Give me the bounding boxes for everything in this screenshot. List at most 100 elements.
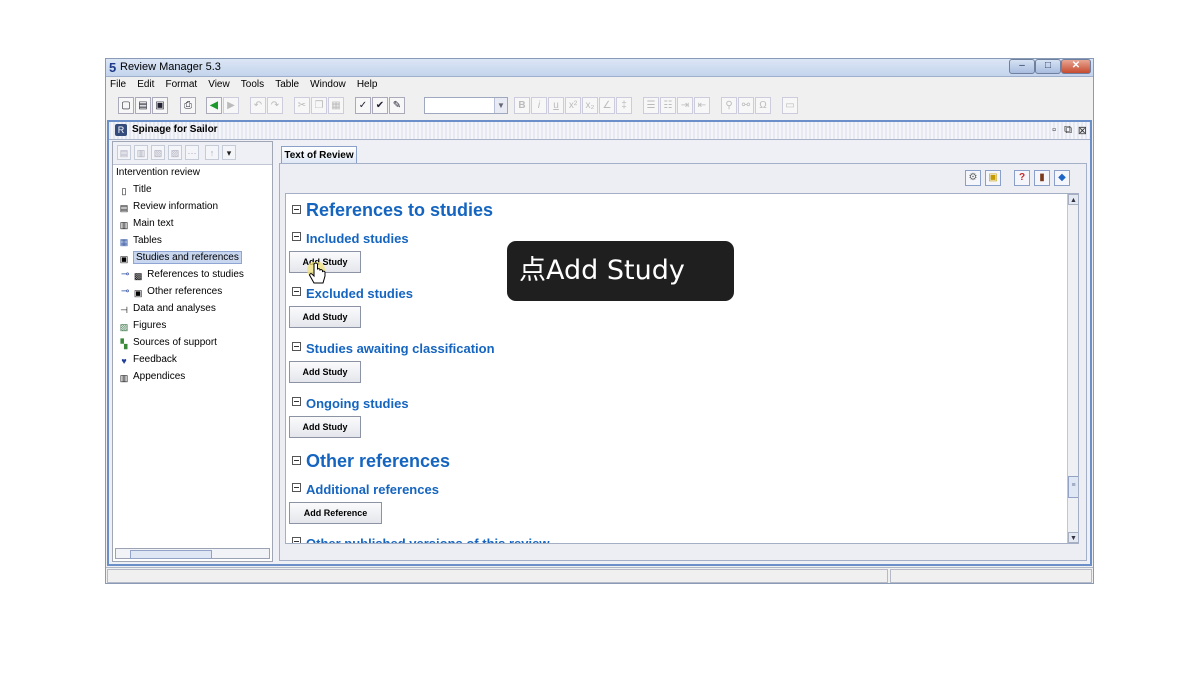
- undo-icon[interactable]: ↶: [250, 97, 266, 114]
- superscript-icon[interactable]: x²: [565, 97, 581, 114]
- outline-toolbar: ▤ ▥ ▧ ▨ ⋯ ↑ ▾: [113, 142, 272, 165]
- forward-arrow-icon[interactable]: ▶: [223, 97, 239, 114]
- tree-item-tables[interactable]: ▦ Tables: [118, 234, 162, 248]
- collapse-icon[interactable]: [292, 342, 301, 351]
- menu-file[interactable]: File: [110, 77, 126, 93]
- tree-item-other-references[interactable]: ⊸ ▣ Other references: [121, 285, 222, 299]
- comments-icon[interactable]: ◆: [1054, 170, 1070, 186]
- status-cell-secondary: [890, 569, 1092, 583]
- bold-icon[interactable]: B: [514, 97, 530, 114]
- validate-icon[interactable]: ✎: [389, 97, 405, 114]
- chevron-down-icon[interactable]: ▼: [494, 98, 507, 113]
- instruction-tooltip: 点Add Study: [507, 241, 734, 301]
- note-icon[interactable]: ▣: [985, 170, 1001, 186]
- menu-view[interactable]: View: [208, 77, 230, 93]
- italic-icon[interactable]: i: [531, 97, 547, 114]
- properties-tool-icon[interactable]: ⚙: [965, 170, 981, 186]
- bullet-list-icon[interactable]: ☰: [643, 97, 659, 114]
- add-study-button-excluded[interactable]: Add Study: [289, 306, 361, 328]
- menu-format[interactable]: Format: [165, 77, 197, 93]
- notes-book-icon[interactable]: ▮: [1034, 170, 1050, 186]
- spellcheck-icon[interactable]: ✓: [355, 97, 371, 114]
- float-icon[interactable]: ⧉: [1064, 124, 1072, 137]
- info-icon: ▤: [119, 203, 129, 213]
- collapse-icon[interactable]: [292, 537, 301, 543]
- omega-icon[interactable]: Ω: [755, 97, 771, 114]
- collapse-icon[interactable]: [292, 397, 301, 406]
- add-icon[interactable]: ▤: [117, 145, 131, 160]
- add-study-button-ongoing[interactable]: Add Study: [289, 416, 361, 438]
- chevron-down-icon[interactable]: ▾: [222, 145, 236, 160]
- feedback-icon: ♥: [121, 356, 127, 366]
- menu-window[interactable]: Window: [310, 77, 346, 93]
- tree-item-studies-and-references[interactable]: ▣ Studies and references: [118, 251, 242, 265]
- scroll-thumb[interactable]: ≡: [1068, 476, 1078, 498]
- tab-content: ⚙ ▣ ? ▮ ◆ References to studies Included…: [279, 163, 1087, 561]
- redo-icon[interactable]: ↷: [267, 97, 283, 114]
- tree-item-title[interactable]: ▯ Title: [118, 183, 152, 197]
- collapse-icon[interactable]: [292, 232, 301, 241]
- indent-icon[interactable]: ⇥: [677, 97, 693, 114]
- help-icon[interactable]: ?: [1014, 170, 1030, 186]
- symbol-icon[interactable]: ‡: [616, 97, 632, 114]
- add-reference-button[interactable]: Add Reference: [289, 502, 382, 524]
- close-button[interactable]: ✕: [1061, 59, 1091, 74]
- add-study-button-awaiting[interactable]: Add Study: [289, 361, 361, 383]
- new-icon[interactable]: ▢: [118, 97, 134, 114]
- content-vertical-scrollbar[interactable]: ▲ ≡ ▼: [1067, 194, 1078, 543]
- save-icon[interactable]: ▣: [152, 97, 168, 114]
- properties-icon[interactable]: ▧: [151, 145, 165, 160]
- numbered-list-icon[interactable]: ☷: [660, 97, 676, 114]
- move-up-icon[interactable]: ↑: [205, 145, 219, 160]
- main-toolbar: ▢ ▤ ▣ ⎙ ◀ ▶ ↶ ↷ ✂ ❐ ▦ ✓ ✔ ✎ ▼ B i u x² x…: [106, 94, 1093, 119]
- tree-item-references-to-studies[interactable]: ⊸ ▩ References to studies: [121, 268, 244, 282]
- underline-icon[interactable]: u: [548, 97, 564, 114]
- highlight-icon[interactable]: ∠: [599, 97, 615, 114]
- open-icon[interactable]: ▤: [135, 97, 151, 114]
- tree-item-review-information[interactable]: ▤ Review information: [118, 200, 218, 214]
- menu-tools[interactable]: Tools: [241, 77, 264, 93]
- cut-icon[interactable]: ✂: [294, 97, 310, 114]
- subscript-icon[interactable]: x₂: [582, 97, 598, 114]
- style-dropdown[interactable]: ▼: [424, 97, 508, 114]
- tree-item-main-text[interactable]: ▥ Main text: [118, 217, 174, 231]
- collapse-icon[interactable]: [292, 287, 301, 296]
- tree-item-data-and-analyses[interactable]: ⊣ Data and analyses: [118, 302, 216, 316]
- tree-item-feedback[interactable]: ♥ Feedback: [118, 353, 177, 367]
- collapse-icon[interactable]: [292, 205, 301, 214]
- print-icon[interactable]: ⎙: [180, 97, 196, 114]
- outline-horizontal-scrollbar[interactable]: [115, 548, 270, 559]
- tree-connector-icon: ⊸: [121, 286, 133, 297]
- menu-edit[interactable]: Edit: [137, 77, 154, 93]
- tree-item-appendices[interactable]: ▥ Appendices: [118, 370, 186, 384]
- maximize-button[interactable]: □: [1035, 59, 1061, 74]
- scroll-up-icon[interactable]: ▲: [1068, 194, 1078, 205]
- copy-icon[interactable]: ❐: [311, 97, 327, 114]
- minimize-button[interactable]: –: [1009, 59, 1035, 74]
- scroll-thumb[interactable]: [130, 550, 212, 559]
- tree-item-figures[interactable]: ▨ Figures: [118, 319, 167, 333]
- edit-icon[interactable]: ▥: [134, 145, 148, 160]
- menu-help[interactable]: Help: [357, 77, 378, 93]
- table-insert-icon[interactable]: ▭: [782, 97, 798, 114]
- window-title: Review Manager 5.3: [120, 61, 221, 73]
- close-document-icon[interactable]: ⊠: [1078, 124, 1087, 137]
- restore-icon[interactable]: ▫: [1052, 124, 1056, 136]
- tab-text-of-review[interactable]: Text of Review: [281, 146, 357, 164]
- link-icon[interactable]: ⚲: [721, 97, 737, 114]
- paste-icon[interactable]: ▦: [328, 97, 344, 114]
- sort-icon[interactable]: ▨: [168, 145, 182, 160]
- tree-item-sources-of-support[interactable]: ▚ Sources of support: [118, 336, 217, 350]
- collapse-icon[interactable]: [292, 483, 301, 492]
- figure-icon: ▨: [119, 322, 129, 332]
- menu-table[interactable]: Table: [275, 77, 299, 93]
- unlink-icon[interactable]: ⚯: [738, 97, 754, 114]
- numbering-icon[interactable]: ⋯: [185, 145, 199, 160]
- collapse-icon[interactable]: [292, 456, 301, 465]
- tree-root[interactable]: Intervention review: [116, 166, 200, 180]
- spellcheck-all-icon[interactable]: ✔: [372, 97, 388, 114]
- outdent-icon[interactable]: ⇤: [694, 97, 710, 114]
- scroll-down-icon[interactable]: ▼: [1068, 532, 1078, 543]
- back-arrow-icon[interactable]: ◀: [206, 97, 222, 114]
- book-icon: ▣: [119, 254, 129, 264]
